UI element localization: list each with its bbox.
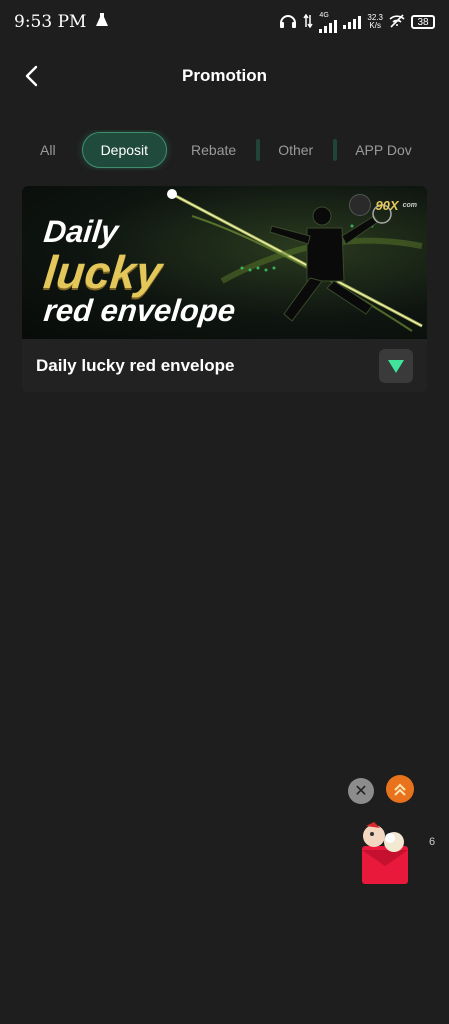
brand-name: 90X bbox=[375, 197, 399, 213]
promotion-banner[interactable]: Daily lucky red envelope 90X com bbox=[22, 186, 427, 339]
banner-line-red-envelope: red envelope bbox=[42, 293, 238, 328]
tab-app-download[interactable]: APP Dov bbox=[355, 142, 412, 158]
category-tabs: All Deposit Rebate Other APP Dov bbox=[0, 130, 449, 170]
flask-icon bbox=[94, 12, 110, 33]
tab-other[interactable]: Other bbox=[278, 142, 313, 158]
banner-line-lucky: lucky bbox=[41, 246, 165, 298]
net-speed: 32.3 K/s bbox=[367, 14, 383, 30]
tab-all[interactable]: All bbox=[40, 142, 56, 158]
brand-logo: 90X com bbox=[349, 194, 417, 216]
page-title: Promotion bbox=[182, 66, 267, 85]
status-left: 9:53 PM bbox=[14, 12, 110, 33]
status-time: 9:53 PM bbox=[14, 12, 87, 32]
net-speed-unit: K/s bbox=[369, 21, 381, 30]
page-header: Promotion bbox=[0, 52, 449, 100]
card-footer: Daily lucky red envelope bbox=[22, 339, 427, 392]
tab-deposit[interactable]: Deposit bbox=[81, 132, 168, 168]
triangle-down-icon bbox=[388, 359, 404, 373]
battery-level: 38 bbox=[417, 16, 429, 28]
brand-badge-icon bbox=[349, 194, 372, 216]
red-envelope-button[interactable] bbox=[360, 820, 410, 886]
red-envelope-icon bbox=[362, 822, 408, 884]
double-chevron-up-icon bbox=[394, 783, 406, 796]
signal-icon bbox=[343, 15, 362, 29]
back-button[interactable] bbox=[18, 62, 46, 90]
scroll-top-button[interactable] bbox=[386, 775, 414, 803]
data-arrows-icon bbox=[303, 13, 314, 31]
headphones-icon bbox=[279, 13, 297, 32]
banner-line-daily: Daily bbox=[42, 214, 120, 249]
tab-divider bbox=[333, 139, 338, 161]
expand-button[interactable] bbox=[379, 348, 413, 383]
edge-mark: 6 bbox=[429, 836, 436, 848]
tab-rebate[interactable]: Rebate bbox=[191, 142, 236, 158]
tab-divider bbox=[256, 139, 261, 161]
wifi-off-icon bbox=[389, 13, 405, 31]
status-right: 4G 32.3 K/s 38 bbox=[279, 12, 435, 33]
promotion-title: Daily lucky red envelope bbox=[36, 355, 235, 375]
close-widget-button[interactable]: ✕ bbox=[348, 778, 374, 804]
signal-icon bbox=[319, 19, 338, 33]
battery-icon: 38 bbox=[411, 15, 435, 29]
network-type: 4G bbox=[319, 11, 329, 19]
chevron-left-icon bbox=[25, 65, 38, 87]
promotion-card[interactable]: Daily lucky red envelope 90X com Daily l… bbox=[22, 186, 427, 392]
promotion-page: 9:53 PM 4G 32.3 K/s 38 Promotion All Dep… bbox=[0, 0, 449, 1024]
signal-group-1: 4G bbox=[319, 11, 338, 33]
banner-headline: Daily lucky red envelope bbox=[41, 214, 238, 328]
brand-suffix: com bbox=[402, 201, 417, 209]
status-bar: 9:53 PM 4G 32.3 K/s 38 bbox=[0, 0, 449, 44]
